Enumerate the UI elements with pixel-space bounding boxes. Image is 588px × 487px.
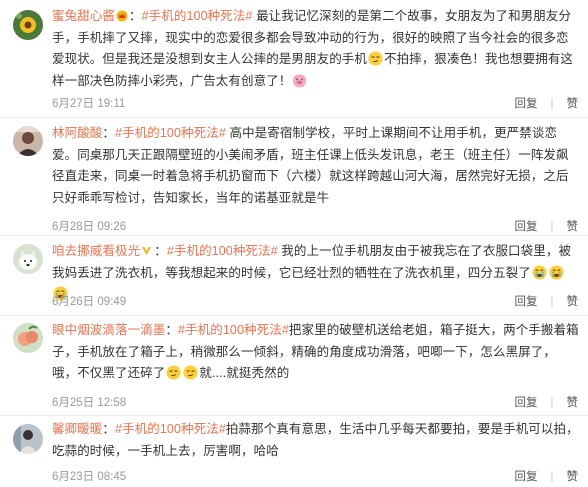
comment-actions: 回复 | 赞	[514, 296, 579, 308]
reply-button[interactable]: 回复	[515, 397, 538, 409]
pig-face-emoji-icon	[292, 73, 307, 88]
avatar[interactable]	[13, 126, 43, 156]
comment-item: 眼中烟波滴落一滴墨：#手机的100种死法#把家里的破壁机送给老姐，箱子挺大，两个…	[0, 316, 588, 416]
avatar[interactable]	[13, 10, 43, 40]
comment-time: 6月23日 08:45	[52, 471, 127, 483]
comment-actions: 回复 | 赞	[514, 471, 579, 483]
sneaky-face-emoji-icon	[183, 365, 198, 380]
username-link[interactable]: 眼中烟波滴落一滴墨	[52, 323, 165, 337]
comment-text: 林阿酸酸：#手机的100种死法# 高中是寄宿制学校，平时上课期间不让用手机，更严…	[52, 126, 569, 205]
sneaky-face-emoji-icon	[368, 51, 383, 66]
reply-button[interactable]: 回复	[515, 221, 538, 233]
comment-text: 眼中烟波滴落一滴墨：#手机的100种死法#把家里的破壁机送给老姐，箱子挺大，两个…	[52, 323, 579, 380]
vip-badge-icon	[141, 242, 152, 256]
comment-actions: 回复 | 赞	[514, 221, 579, 233]
comment-actions: 回复 | 赞	[514, 98, 579, 110]
comment-body-continued: 就....就挺秃然的	[199, 366, 290, 380]
comment-item: 咱去挪威看极光 ：#手机的100种死法# 我的上一位手机朋友由于被我忘在了衣服口袋…	[0, 236, 588, 316]
comment-meta: 6月26日 09:49 回复 | 赞	[52, 293, 578, 309]
topic-link[interactable]: #手机的100种死法#	[178, 323, 289, 337]
comment-item: 蜜兔甜心酱 ：#手机的100种死法# 最让我记忆深刻的是第二个故事，女朋友为了和男…	[0, 0, 588, 118]
comment-time: 6月27日 19:11	[52, 98, 126, 110]
avatar[interactable]	[13, 323, 43, 353]
like-button[interactable]: 赞	[567, 98, 579, 110]
like-button[interactable]: 赞	[567, 296, 579, 308]
comment-list: 蜜兔甜心酱 ：#手机的100种死法# 最让我记忆深刻的是第二个故事，女朋友为了和男…	[0, 0, 588, 487]
like-button[interactable]: 赞	[567, 221, 579, 233]
reply-button[interactable]: 回复	[515, 471, 538, 483]
crying-face-emoji-icon	[532, 264, 547, 280]
username-link[interactable]: 咱去挪威看极光	[52, 244, 140, 258]
comment-meta: 6月25日 12:58 回复 | 赞	[52, 394, 578, 410]
reply-button[interactable]: 回复	[515, 98, 538, 110]
crown-badge-icon	[116, 8, 128, 22]
topic-link[interactable]: #手机的100种死法#	[142, 9, 253, 23]
comment-time: 6月25日 12:58	[52, 397, 127, 409]
like-button[interactable]: 赞	[567, 397, 579, 409]
comment-actions: 回复 | 赞	[514, 397, 579, 409]
avatar[interactable]	[13, 424, 43, 454]
avatar[interactable]	[13, 244, 43, 274]
comment-meta: 6月27日 19:11 回复 | 赞	[52, 95, 578, 111]
sneaky-face-emoji-icon	[166, 365, 181, 380]
topic-link[interactable]: #手机的100种死法#	[115, 422, 226, 436]
comment-item: 林阿酸酸：#手机的100种死法# 高中是寄宿制学校，平时上课期间不让用手机，更严…	[0, 118, 588, 236]
username-link[interactable]: 馨卿暖暖	[52, 422, 102, 436]
reply-button[interactable]: 回复	[515, 296, 538, 308]
comment-meta: 6月28日 09:26 回复 | 赞	[52, 218, 578, 234]
comment-time: 6月26日 09:49	[52, 296, 127, 308]
like-button[interactable]: 赞	[567, 471, 579, 483]
comment-time: 6月28日 09:26	[52, 221, 127, 233]
topic-link[interactable]: #手机的100种死法#	[115, 126, 226, 140]
comment-meta: 6月23日 08:45 回复 | 赞	[52, 468, 578, 484]
comment-text: 馨卿暖暖：#手机的100种死法#拍蒜那个真有意思，生活中几乎每天都要拍，要是手机…	[52, 422, 579, 458]
comment-item: 馨卿暖暖：#手机的100种死法#拍蒜那个真有意思，生活中几乎每天都要拍，要是手机…	[0, 416, 588, 487]
topic-link[interactable]: #手机的100种死法#	[167, 244, 278, 258]
username-link[interactable]: 蜜兔甜心酱	[52, 9, 115, 23]
comment-text: 蜜兔甜心酱 ：#手机的100种死法# 最让我记忆深刻的是第二个故事，女朋友为了和男…	[52, 8, 574, 88]
crying-face-emoji-icon	[549, 264, 564, 280]
username-link[interactable]: 林阿酸酸	[52, 126, 102, 140]
